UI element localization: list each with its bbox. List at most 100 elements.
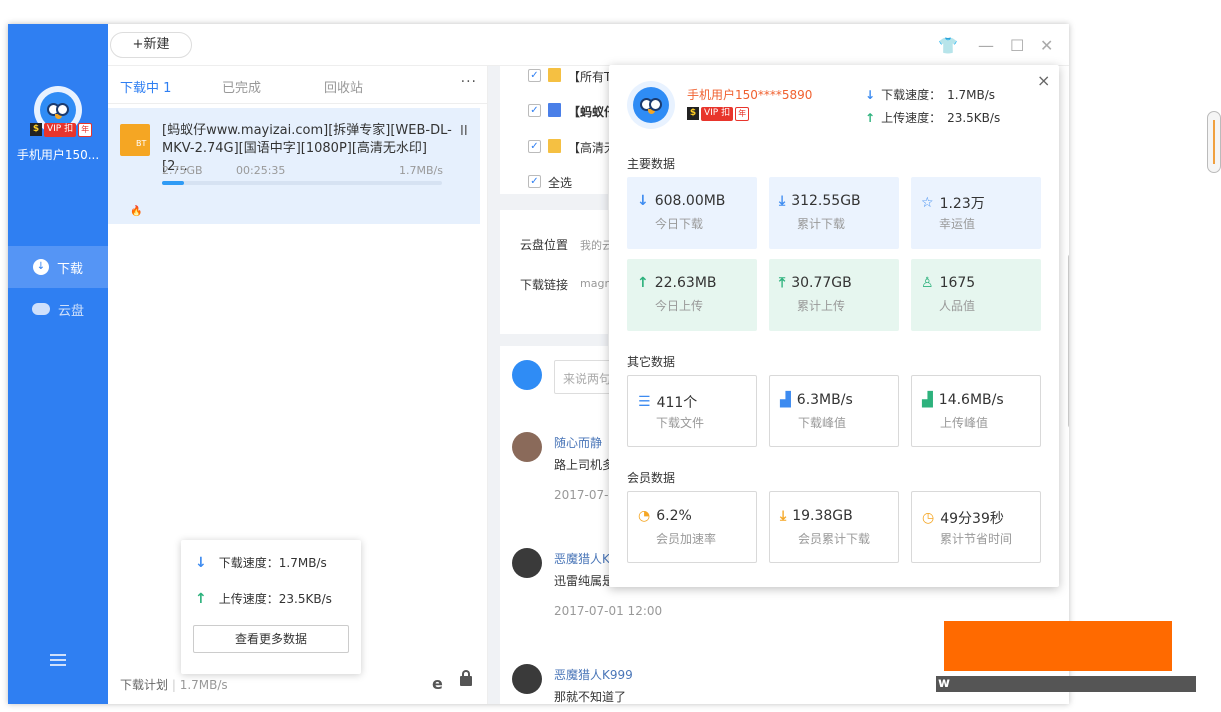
file-list-icon: ☰ (638, 394, 651, 410)
arrow-down-icon: ↓ (637, 193, 649, 209)
tab-completed[interactable]: 已完成 (222, 77, 261, 96)
vip-label: VIP 扣 (701, 107, 734, 121)
page-scroll-handle[interactable] (1207, 111, 1221, 173)
stat-tile: ☰ 411个 下载文件 (627, 375, 757, 447)
stat-value: 30.77GB (791, 275, 852, 291)
stat-label: 今日下载 (655, 217, 704, 231)
member-data-title: 会员数据 (627, 471, 676, 485)
vip-year: 年 (735, 107, 750, 121)
download-plan-link[interactable]: 下载计划 | 1.7MB/s (120, 676, 228, 693)
ie-icon[interactable]: e (432, 674, 443, 693)
stat-label: 累计节省时间 (940, 532, 1013, 546)
sidebar-item-cloud[interactable]: 云盘 (8, 288, 108, 330)
maximize-icon[interactable]: ☐ (1010, 36, 1024, 55)
sidebar-item-download[interactable]: ↓ 下载 (8, 246, 108, 288)
sidebar: $ VIP 扣 年 手机用户150... ↓ 下载 云盘 (8, 24, 108, 704)
main-data-title: 主要数据 (627, 157, 676, 171)
comment-time: 2017-07-1 (554, 488, 617, 502)
stats-close-icon[interactable]: × (1037, 71, 1050, 90)
other-data-title: 其它数据 (627, 355, 676, 369)
lock-icon[interactable] (460, 670, 472, 686)
person-icon: ♙ (921, 275, 934, 291)
stats-avatar (627, 81, 675, 129)
vip-s-icon: $ (30, 123, 42, 136)
stat-tile: ↓ 608.00MB 今日下载 (627, 177, 757, 249)
stats-download-value: 1.7MB/s (947, 87, 996, 102)
stat-label: 会员加速率 (656, 532, 717, 546)
arrow-down-icon: ↓ (865, 87, 876, 102)
bird-avatar-icon (633, 87, 669, 123)
stat-label: 人品值 (939, 299, 976, 313)
task-progress-fill (162, 181, 185, 185)
more-icon[interactable]: ··· (461, 74, 477, 90)
speed-down-label: 下载速度： (218, 556, 279, 570)
speed-up-value: 23.5KB/s (278, 591, 332, 606)
tab-count: 1 (163, 81, 172, 96)
speed-down-row: ↓ 下载速度： 1.7MB/s (195, 554, 327, 571)
video-file-icon (548, 103, 561, 117)
new-task-button[interactable]: +新建 (110, 32, 192, 58)
file-icon (548, 139, 561, 153)
file-checkbox[interactable]: ✓ (528, 69, 541, 82)
arrow-up-icon: ↑ (637, 275, 649, 291)
task-size: 2.75GB (162, 164, 203, 177)
menu-icon[interactable] (50, 654, 66, 666)
stat-label: 下载峰值 (798, 416, 847, 430)
speed-down-value: 1.7MB/s (278, 555, 327, 570)
file-checkbox[interactable]: ✓ (528, 104, 541, 117)
watermark-url: w (936, 676, 1196, 692)
commenter-name[interactable]: 恶魔猎人K (554, 550, 610, 567)
stats-popup: 手机用户150****5890 $ VIP 扣 年 ↓ 下载速度： 1.7MB/… (609, 65, 1059, 587)
tab-downloading[interactable]: 下载中 1 (120, 77, 171, 96)
flame-icon: 🔥 (130, 206, 143, 217)
stats-username: 手机用户150****5890 (687, 88, 813, 102)
clock-icon: ◷ (922, 510, 935, 526)
task-time: 00:25:35 (236, 164, 286, 177)
watermark-logo (944, 621, 1172, 671)
comment-text: 那就不知道了 (554, 690, 627, 704)
cloud-icon (31, 303, 50, 315)
commenter-name[interactable]: 恶魔猎人K999 (554, 666, 633, 683)
stat-value: 19.38GB (792, 508, 853, 524)
download-task-row[interactable]: BT [蚂蚁仔www.mayizai.com][拆弹专家][WEB-DL-MKV… (108, 108, 480, 224)
stats-vip-badge: $ VIP 扣 年 (687, 107, 750, 121)
sidebar-item-label: 下载 (56, 261, 83, 277)
stat-tile: ▟ 6.3MB/s 下载峰值 (769, 375, 899, 447)
stat-label: 幸运值 (939, 217, 976, 231)
speed-popup: ↓ 下载速度： 1.7MB/s ↑ 上传速度： 23.5KB/s 查看更多数据 (181, 540, 361, 674)
download-link-label: 下载链接 (520, 278, 569, 292)
download-tabs: 下载中 1 已完成 回收站 ··· (108, 66, 487, 104)
download-icon: ⤓ (780, 508, 787, 524)
sidebar-username[interactable]: 手机用户150... (8, 146, 108, 163)
detail-scrollbar[interactable] (1068, 254, 1069, 428)
pause-button[interactable]: II (460, 124, 468, 139)
stat-tile: ⤓ 312.55GB 累计下载 (769, 177, 899, 249)
stat-value: 22.63MB (654, 275, 717, 291)
tab-recycle[interactable]: 回收站 (324, 77, 363, 96)
close-icon[interactable]: ✕ (1040, 36, 1053, 55)
stats-upload-label: 上传速度： (881, 111, 942, 125)
select-all-checkbox[interactable]: ✓ (528, 175, 541, 188)
arrow-down-icon: ↓ (195, 554, 207, 571)
arrow-down-tray-icon: ⤓ (779, 193, 786, 209)
file-checkbox[interactable]: ✓ (528, 140, 541, 153)
stat-tile: ↑ 22.63MB 今日上传 (627, 259, 757, 331)
speed-up-label: 上传速度： (218, 592, 279, 606)
skin-icon[interactable]: 👕 (938, 36, 958, 55)
minimize-icon[interactable]: — (978, 36, 994, 55)
vip-badge: $ VIP 扣 年 (30, 123, 93, 137)
vip-year: 年 (78, 123, 93, 137)
stats-download-speed: ↓ 下载速度： 1.7MB/s (865, 86, 995, 103)
stats-upload-speed: ↑ 上传速度： 23.5KB/s (865, 109, 1000, 126)
stat-label: 累计上传 (797, 299, 846, 313)
more-data-button[interactable]: 查看更多数据 (193, 625, 349, 653)
commenter-name[interactable]: 随心而静 (554, 434, 602, 451)
stat-tile: ◷ 49分39秒 累计节省时间 (911, 491, 1041, 563)
stat-value: 608.00MB (654, 193, 726, 209)
sidebar-item-label: 云盘 (57, 303, 84, 319)
speedometer-icon: ◔ (638, 508, 651, 524)
file-list-card: ✓ 【所有TV ✓ 【蚂蚁仔 ✓ 【高清无 ✓ 全选 (500, 66, 620, 194)
download-icon: ↓ (32, 259, 49, 275)
stat-tile: ♙ 1675 人品值 (911, 259, 1041, 331)
comment-input[interactable]: 来说两句 (554, 360, 614, 394)
